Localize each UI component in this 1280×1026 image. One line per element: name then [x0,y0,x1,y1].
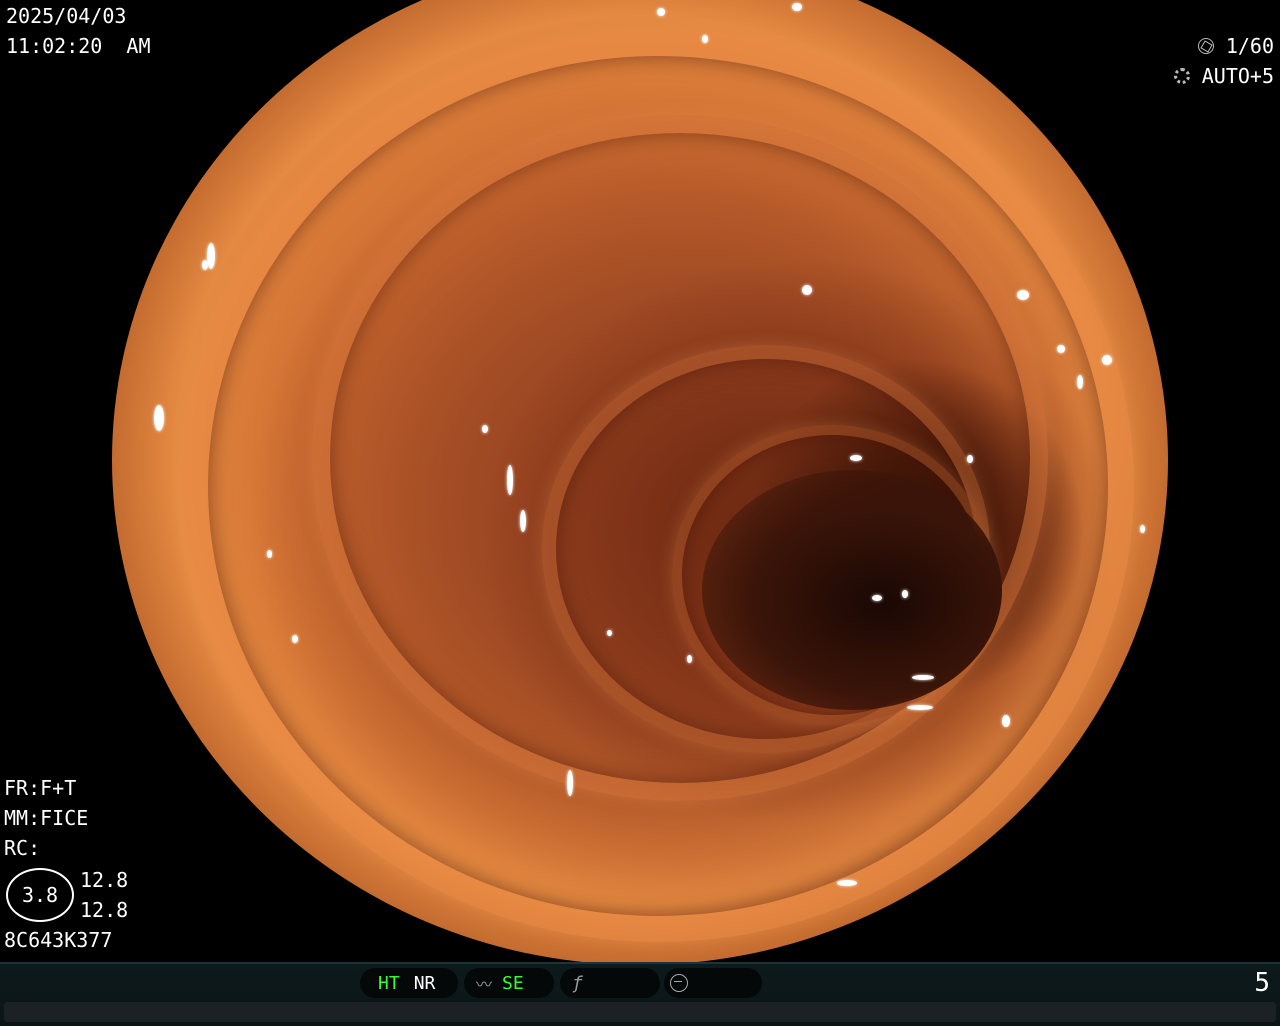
light-reflection [702,35,708,43]
scope-serial: 8C643K377 [4,928,113,952]
light-reflection [1140,525,1145,533]
wave-icon: 〰 [476,975,493,994]
light-reflection [850,455,862,461]
page-number: 5 [1254,968,1270,998]
gear-icon [1173,68,1190,84]
light-reflection [967,455,973,463]
exam-time: 11:02:20 AM [6,34,151,58]
ht-label: HT [378,972,400,994]
light-reflection [872,595,882,601]
light-reflection [687,655,692,663]
light-reflection [1102,355,1112,365]
dial-icon [670,974,688,992]
light-reflection [907,705,933,710]
lumen [702,470,1002,710]
mm-setting: MM:FICE [4,806,89,830]
light-reflection [802,285,812,295]
nr-label: NR [413,972,436,994]
aperture-icon [1197,38,1214,54]
endoscope-screen: 2025/04/03 11:02:20 AM 1/60 AUTO+5 FR:F+… [0,0,1280,1026]
light-reflection [202,260,208,270]
light-reflection [482,425,488,433]
function-icon: ƒ [572,972,583,994]
light-reflection [657,8,665,16]
dial-indicator [664,968,762,998]
value-b: 12.8 [80,898,129,922]
status-bar: HT NR 〰 SE ƒ 5 [0,962,1280,1026]
light-reflection [1077,375,1083,389]
value-a: 12.8 [80,868,129,892]
light-reflection [267,550,272,558]
function-indicator: ƒ [560,968,660,998]
se-indicator: 〰 SE [464,968,554,998]
light-reflection [1002,715,1010,727]
exposure-readout: AUTO+5 [1173,64,1274,88]
light-reflection [520,510,526,532]
exposure-mode: AUTO+5 [1201,64,1274,88]
light-reflection [207,243,215,269]
light-reflection [912,675,934,680]
light-reflection [1017,290,1029,300]
status-bar-track [4,1002,1276,1022]
zoom-badge: 3.8 [6,868,74,922]
light-reflection [567,770,573,796]
rc-setting: RC: [4,836,41,860]
light-reflection [1057,345,1065,353]
fr-setting: FR:F+T [4,776,77,800]
ht-nr-indicator: HT NR [360,968,458,998]
light-reflection [902,590,908,598]
light-reflection [607,630,612,636]
zoom-value: 3.8 [21,883,59,907]
light-reflection [837,880,857,886]
light-reflection [154,405,164,431]
shutter-speed: 1/60 [1225,34,1274,58]
endoscope-view [112,0,1168,965]
light-reflection [792,3,802,11]
light-reflection [507,465,513,495]
shutter-readout: 1/60 [1197,34,1274,58]
light-reflection [292,635,298,643]
exam-date: 2025/04/03 [6,4,127,28]
se-label: SE [502,972,524,994]
